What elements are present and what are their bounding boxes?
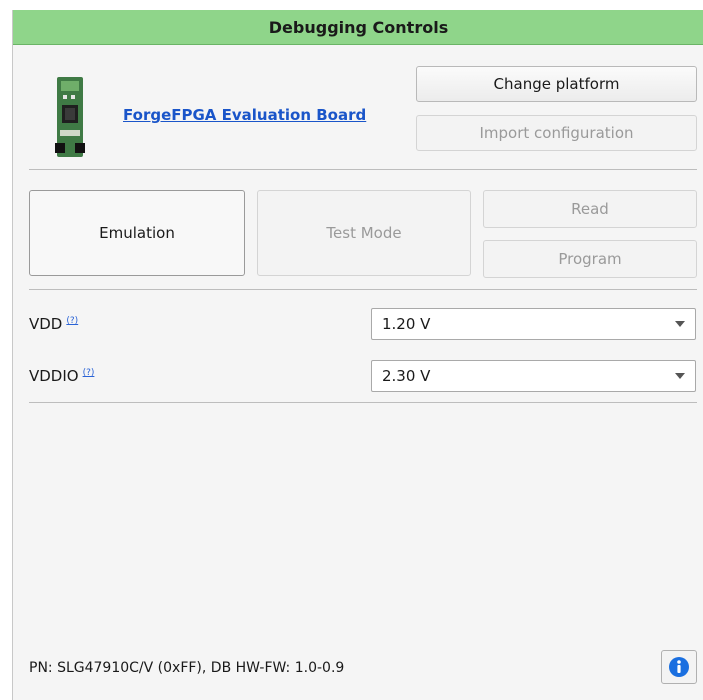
status-text: PN: SLG47910C/V (0xFF), DB HW-FW: 1.0-0.…	[29, 660, 345, 676]
test-mode-button[interactable]: Test Mode	[257, 190, 471, 276]
board-name-link[interactable]: ForgeFPGA Evaluation Board	[123, 106, 366, 124]
change-platform-button[interactable]: Change platform	[416, 66, 697, 102]
vdd-label-text: VDD	[29, 315, 63, 333]
chevron-down-icon	[675, 321, 685, 327]
divider	[29, 289, 697, 290]
vddio-label-text: VDDIO	[29, 367, 79, 385]
divider	[29, 169, 697, 170]
vddio-select[interactable]: 2.30 V	[371, 360, 696, 392]
vdd-help-icon[interactable]: (?)	[66, 316, 78, 326]
vdd-select[interactable]: 1.20 V	[371, 308, 696, 340]
chevron-down-icon	[675, 373, 685, 379]
vddio-label: VDDIO (?)	[29, 367, 94, 385]
divider	[29, 402, 697, 403]
program-button[interactable]: Program	[483, 240, 697, 278]
board-thumbnail-icon	[55, 77, 85, 157]
panel-title: Debugging Controls	[13, 10, 703, 45]
debugging-controls-panel: Debugging Controls ForgeFPGA Evaluation …	[12, 10, 703, 700]
import-configuration-button[interactable]: Import configuration	[416, 115, 697, 151]
emulation-button[interactable]: Emulation	[29, 190, 245, 276]
vddio-select-value: 2.30 V	[382, 367, 431, 385]
vdd-label: VDD (?)	[29, 315, 78, 333]
vddio-help-icon[interactable]: (?)	[83, 368, 95, 378]
info-button[interactable]	[661, 650, 697, 684]
read-button[interactable]: Read	[483, 190, 697, 228]
info-icon	[669, 657, 689, 677]
vdd-select-value: 1.20 V	[382, 315, 431, 333]
